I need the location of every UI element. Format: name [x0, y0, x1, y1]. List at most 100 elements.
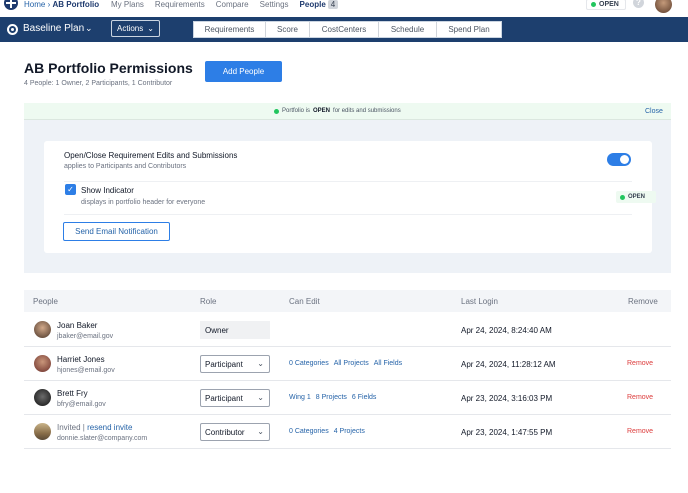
tab-requirements[interactable]: Requirements [194, 22, 266, 37]
role-select[interactable]: Participant ⌄ [200, 389, 270, 407]
toggle-heading: Open/Close Requirement Edits and Submiss… [64, 151, 238, 160]
plan-selector[interactable]: Baseline Plan [23, 23, 84, 34]
role-readonly: Owner [200, 321, 270, 339]
edit-link[interactable]: 6 Fields [352, 394, 377, 401]
tab-costcenters[interactable]: CostCenters [310, 22, 379, 37]
person-name: Joan Baker [57, 321, 98, 330]
edit-link[interactable]: 8 Projects [316, 394, 347, 401]
toggle-description: applies to Participants and Contributors [64, 163, 187, 170]
last-login: Apr 23, 2024, 3:16:03 PM [461, 394, 553, 403]
portfolio-status-panel: Portfolio is OPEN for edits and submissi… [24, 103, 671, 273]
edit-link[interactable]: All Projects [334, 360, 369, 367]
tab-score[interactable]: Score [266, 22, 310, 37]
add-people-button[interactable]: Add People [205, 61, 282, 82]
app-logo-icon[interactable] [4, 0, 18, 10]
tab-schedule[interactable]: Schedule [379, 22, 437, 37]
table-row: Harriet Jones hjones@email.gov Participa… [24, 347, 671, 381]
person-email: jbaker@email.gov [57, 333, 114, 340]
role-select-value: Participant [205, 359, 243, 369]
close-status-link[interactable]: Close [645, 108, 663, 115]
breadcrumb-home[interactable]: Home [24, 0, 45, 9]
col-people: People [33, 297, 58, 306]
invited-label: Invited | [57, 423, 85, 432]
role-select[interactable]: Participant ⌄ [200, 355, 270, 373]
avatar [34, 389, 51, 406]
avatar [34, 321, 51, 338]
open-badge-text: OPEN [628, 194, 646, 200]
table-row: Joan Baker jbaker@email.gov Owner Apr 24… [24, 313, 671, 347]
status-suffix: for edits and submissions [333, 108, 401, 114]
person-name: Invited | resend invite [57, 423, 132, 432]
table-row: Brett Fry bfry@email.gov Participant ⌄ W… [24, 381, 671, 415]
last-login: Apr 23, 2024, 1:47:55 PM [461, 428, 553, 437]
top-nav: Home › AB Portfolio My Plans Requirement… [0, 0, 688, 13]
person-name: Harriet Jones [57, 355, 105, 364]
show-indicator-checkbox[interactable]: ✓ [65, 184, 76, 195]
edit-link[interactable]: 0 Categories [289, 360, 329, 367]
nav-people-label: People [299, 0, 326, 9]
status-dot-icon [591, 2, 596, 7]
open-close-toggle[interactable] [607, 153, 631, 166]
remove-link[interactable]: Remove [627, 394, 653, 401]
breadcrumb-current[interactable]: AB Portfolio [52, 0, 99, 9]
people-count-badge: 4 [327, 0, 339, 9]
status-dot-icon [620, 194, 625, 200]
user-avatar[interactable] [655, 0, 672, 13]
actions-label: Actions [117, 24, 144, 33]
status-prefix: Portfolio is [282, 108, 311, 114]
table-row: Invited | resend invite donnie.slater@co… [24, 415, 671, 449]
permissions-settings-card: Open/Close Requirement Edits and Submiss… [44, 141, 656, 253]
edit-link[interactable]: Wing 1 [289, 394, 311, 401]
col-last-login: Last Login [461, 297, 498, 306]
breadcrumb: Home › AB Portfolio [24, 0, 99, 9]
can-edit-links: Wing 1 8 Projects 6 Fields [289, 394, 376, 401]
people-summary: 4 People: 1 Owner, 2 Participants, 1 Con… [24, 80, 173, 87]
edit-link[interactable]: 4 Projects [334, 428, 365, 435]
person-email: hjones@email.gov [57, 367, 115, 374]
last-login: Apr 24, 2024, 8:24:40 AM [461, 326, 552, 335]
person-email: bfry@email.gov [57, 401, 106, 408]
main-nav: My Plans Requirements Compare Settings P… [111, 0, 339, 9]
last-login: Apr 24, 2024, 11:28:12 AM [461, 360, 556, 369]
can-edit-links: 0 Categories 4 Projects [289, 428, 365, 435]
nav-compare[interactable]: Compare [216, 0, 249, 9]
page-title: AB Portfolio Permissions [24, 60, 193, 76]
avatar [34, 423, 51, 440]
actions-dropdown[interactable]: Actions ⌄ [111, 20, 160, 37]
person-name: Brett Fry [57, 389, 88, 398]
status-dot-icon [274, 108, 279, 114]
resend-invite-link[interactable]: resend invite [87, 423, 132, 432]
chevron-down-icon: ⌄ [257, 359, 264, 368]
status-banner-text: Portfolio is OPEN for edits and submissi… [274, 108, 401, 114]
plan-target-icon [7, 24, 18, 35]
send-email-notification-button[interactable]: Send Email Notification [63, 222, 170, 241]
divider [64, 181, 632, 182]
open-indicator-badge: OPEN [616, 191, 656, 203]
show-indicator-label: Show Indicator [81, 186, 134, 195]
remove-link[interactable]: Remove [627, 428, 653, 435]
can-edit-links: 0 Categories All Projects All Fields [289, 360, 402, 367]
nav-settings[interactable]: Settings [260, 0, 289, 9]
edit-link[interactable]: 0 Categories [289, 428, 329, 435]
col-can-edit: Can Edit [289, 297, 320, 306]
chevron-down-icon[interactable]: ⌄ [85, 23, 93, 34]
portfolio-status-text: OPEN [599, 1, 619, 8]
nav-people[interactable]: People 4 [300, 0, 339, 9]
help-icon[interactable]: ? [633, 0, 644, 8]
person-email: donnie.slater@company.com [57, 435, 148, 442]
status-state: OPEN [313, 108, 331, 114]
plan-bar: Baseline Plan ⌄ Actions ⌄ Requirements S… [0, 17, 688, 42]
role-select-value: Participant [205, 393, 243, 403]
edit-link[interactable]: All Fields [374, 360, 402, 367]
chevron-down-icon: ⌄ [147, 24, 154, 33]
remove-link[interactable]: Remove [627, 360, 653, 367]
nav-my-plans[interactable]: My Plans [111, 0, 144, 9]
nav-requirements[interactable]: Requirements [155, 0, 205, 9]
plan-tabs: Requirements Score CostCenters Schedule … [193, 21, 502, 38]
role-select[interactable]: Contributor ⌄ [200, 423, 270, 441]
role-select-value: Contributor [205, 427, 245, 437]
people-table-header: People Role Can Edit Last Login Remove [24, 290, 671, 312]
portfolio-status-pill: OPEN [586, 0, 626, 10]
chevron-down-icon: ⌄ [257, 427, 264, 436]
tab-spend-plan[interactable]: Spend Plan [437, 22, 501, 37]
